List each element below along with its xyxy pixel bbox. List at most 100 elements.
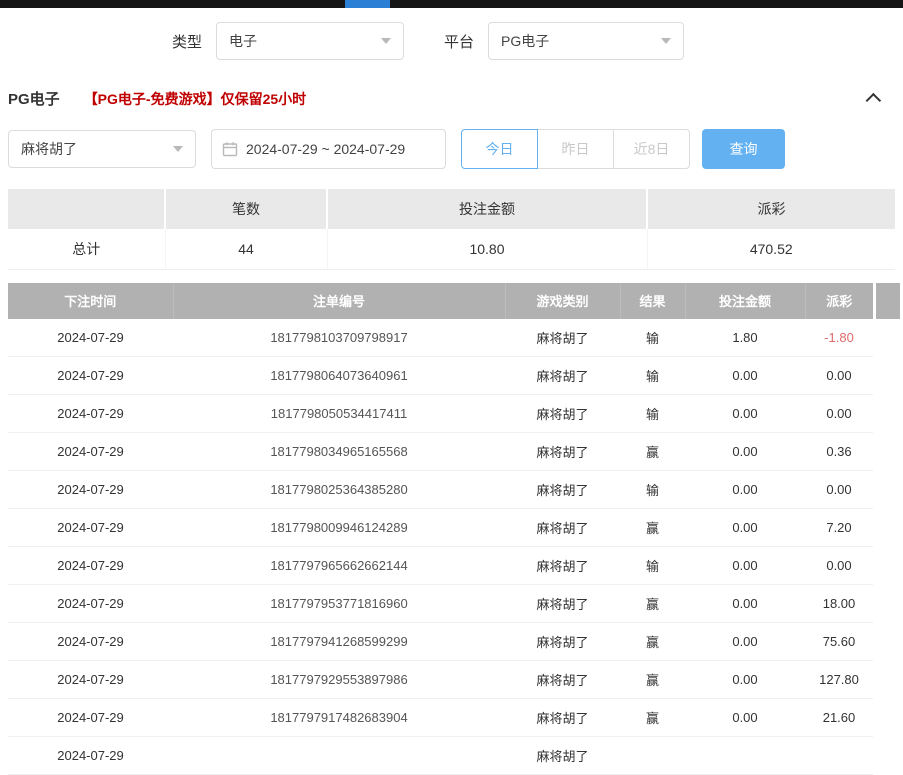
summary-header-cell: 派彩 [647, 189, 895, 229]
summary-payout: 470.52 [647, 229, 895, 269]
order-id-cell: 1817798064073640961 [173, 357, 505, 395]
order-id-cell: 1817798103709798917 [173, 319, 505, 357]
collapse-chevron-up-icon[interactable] [866, 93, 882, 109]
bet-amount-cell: 1.80 [685, 319, 805, 357]
quick-date-button[interactable]: 近8日 [613, 129, 690, 169]
order-id-cell: 1817797941268599299 [173, 623, 505, 661]
quick-date-button[interactable]: 昨日 [537, 129, 614, 169]
bet-time-cell: 2024-07-29 [8, 433, 173, 471]
payout-cell: -1.80 [805, 319, 873, 357]
payout-cell: 18.00 [805, 585, 873, 623]
query-filter-row: 麻将胡了 2024-07-29 ~ 2024-07-29 今日昨日近8日 查询 [0, 119, 903, 169]
type-label: 类型 [172, 31, 202, 52]
order-id-cell [173, 737, 505, 775]
date-range-input[interactable]: 2024-07-29 ~ 2024-07-29 [211, 129, 446, 169]
payout-cell: 21.60 [805, 699, 873, 737]
bet-time-cell: 2024-07-29 [8, 737, 173, 775]
payout-cell: 0.36 [805, 433, 873, 471]
table-row: 2024-07-291817797953771816960麻将胡了赢0.0018… [8, 585, 873, 623]
platform-select[interactable]: PG电子 [488, 22, 684, 60]
game-type-cell: 麻将胡了 [505, 547, 620, 585]
summary-header-cell: 笔数 [165, 189, 327, 229]
bet-time-cell: 2024-07-29 [8, 699, 173, 737]
bet-amount-cell: 0.00 [685, 471, 805, 509]
type-select[interactable]: 电子 [216, 22, 404, 60]
result-cell: 赢 [620, 623, 685, 661]
table-row: 2024-07-291817798050534417411麻将胡了输0.000.… [8, 395, 873, 433]
payout-cell: 0.00 [805, 547, 873, 585]
table-row: 2024-07-29麻将胡了 [8, 737, 873, 775]
search-button[interactable]: 查询 [702, 129, 785, 169]
table-row: 2024-07-291817797941268599299麻将胡了赢0.0075… [8, 623, 873, 661]
payout-cell: 127.80 [805, 661, 873, 699]
bet-time-cell: 2024-07-29 [8, 585, 173, 623]
bet-table-wrap: 下注时间注单编号游戏类别结果投注金额派彩 2024-07-29181779810… [8, 283, 903, 775]
game-type-cell: 麻将胡了 [505, 357, 620, 395]
order-id-cell: 1817797965662662144 [173, 547, 505, 585]
payout-cell: 0.00 [805, 471, 873, 509]
summary-total-label: 总计 [8, 229, 165, 269]
table-row: 2024-07-291817798009946124289麻将胡了赢0.007.… [8, 509, 873, 547]
chevron-down-icon [381, 38, 391, 44]
game-select-value: 麻将胡了 [21, 139, 77, 159]
bet-amount-cell [685, 737, 805, 775]
bet-amount-cell: 0.00 [685, 623, 805, 661]
table-row: 2024-07-291817798025364385280麻将胡了输0.000.… [8, 471, 873, 509]
result-cell: 赢 [620, 699, 685, 737]
bet-table-header-cell: 结果 [620, 283, 685, 319]
result-cell: 赢 [620, 509, 685, 547]
summary-header-cell: 投注金额 [327, 189, 647, 229]
type-platform-filter-row: 类型 电子 平台 PG电子 [0, 8, 903, 72]
bet-table-header-cell: 投注金额 [685, 283, 805, 319]
game-type-cell: 麻将胡了 [505, 699, 620, 737]
game-type-cell: 麻将胡了 [505, 661, 620, 699]
result-cell: 赢 [620, 433, 685, 471]
chevron-down-icon [661, 38, 671, 44]
table-row: 2024-07-291817798103709798917麻将胡了输1.80-1… [8, 319, 873, 357]
game-type-cell: 麻将胡了 [505, 509, 620, 547]
game-type-cell: 麻将胡了 [505, 433, 620, 471]
summary-total-row: 总计 44 10.80 470.52 [8, 229, 895, 269]
bet-amount-cell: 0.00 [685, 585, 805, 623]
bet-table-body: 2024-07-291817798103709798917麻将胡了输1.80-1… [8, 319, 873, 775]
payout-cell: 0.00 [805, 357, 873, 395]
platform-label: 平台 [444, 31, 474, 52]
payout-cell: 0.00 [805, 395, 873, 433]
result-cell: 输 [620, 357, 685, 395]
game-type-cell: 麻将胡了 [505, 585, 620, 623]
payout-cell [805, 737, 873, 775]
game-select[interactable]: 麻将胡了 [8, 130, 196, 168]
bet-time-cell: 2024-07-29 [8, 661, 173, 699]
bet-time-cell: 2024-07-29 [8, 395, 173, 433]
order-id-cell: 1817798034965165568 [173, 433, 505, 471]
summary-table: 笔数投注金额派彩 总计 44 10.80 470.52 [8, 189, 895, 270]
table-row: 2024-07-291817797965662662144麻将胡了输0.000.… [8, 547, 873, 585]
bet-table-header-cell: 游戏类别 [505, 283, 620, 319]
scrollbar-gutter-header [876, 283, 900, 319]
chevron-down-icon [173, 146, 183, 152]
result-cell: 输 [620, 319, 685, 357]
scrollbar-gutter[interactable] [876, 283, 900, 319]
table-row: 2024-07-291817798034965165568麻将胡了赢0.000.… [8, 433, 873, 471]
quick-date-button[interactable]: 今日 [461, 129, 538, 169]
type-select-value: 电子 [229, 31, 257, 51]
bet-table-header-cell: 下注时间 [8, 283, 173, 319]
game-type-cell: 麻将胡了 [505, 623, 620, 661]
order-id-cell: 1817797953771816960 [173, 585, 505, 623]
summary-count: 44 [165, 229, 327, 269]
top-bar-tab-indicator [345, 0, 390, 8]
section-title: PG电子 [8, 88, 60, 109]
bet-time-cell: 2024-07-29 [8, 471, 173, 509]
table-row: 2024-07-291817797917482683904麻将胡了赢0.0021… [8, 699, 873, 737]
bet-time-cell: 2024-07-29 [8, 623, 173, 661]
top-bar [0, 0, 903, 8]
platform-select-value: PG电子 [501, 31, 549, 51]
bet-table: 下注时间注单编号游戏类别结果投注金额派彩 2024-07-29181779810… [8, 283, 873, 775]
bet-amount-cell: 0.00 [685, 357, 805, 395]
order-id-cell: 1817798050534417411 [173, 395, 505, 433]
bet-table-header-cell: 派彩 [805, 283, 873, 319]
calendar-icon [222, 141, 238, 157]
date-range-value: 2024-07-29 ~ 2024-07-29 [246, 141, 405, 157]
game-type-cell: 麻将胡了 [505, 395, 620, 433]
section-header: PG电子 【PG电子-免费游戏】仅保留25小时 [0, 72, 903, 119]
